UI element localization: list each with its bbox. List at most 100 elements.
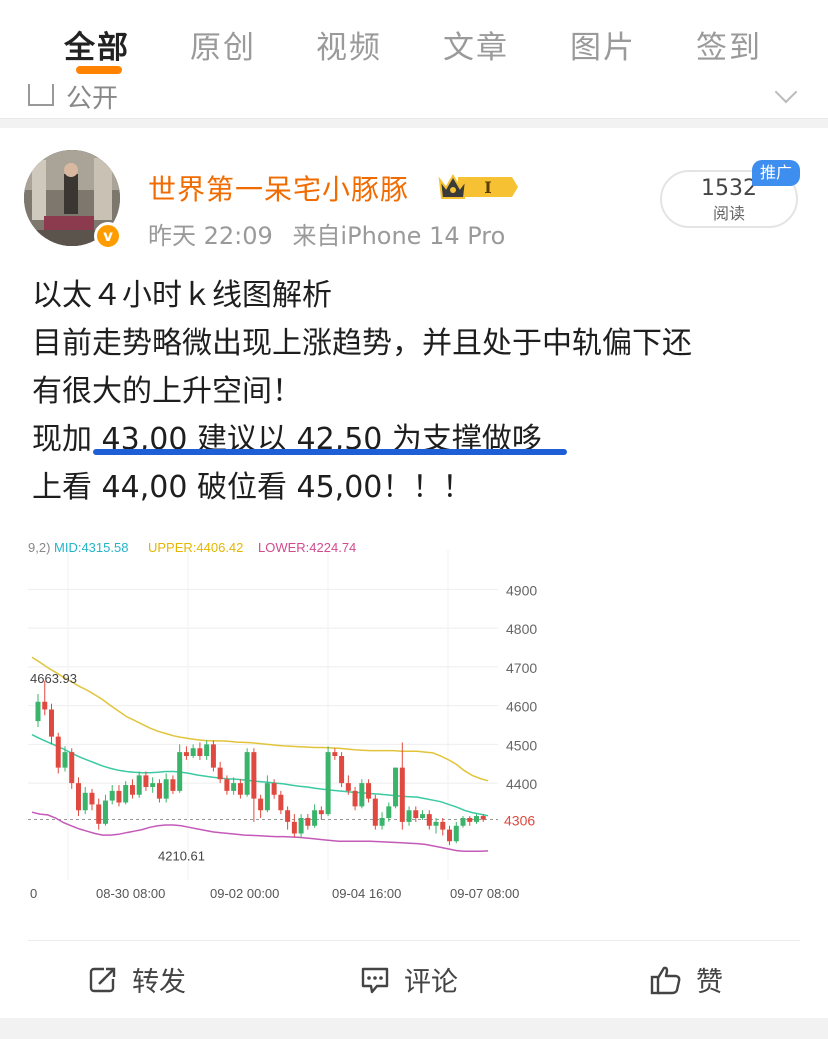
candle: [150, 783, 156, 787]
level-badge-text: I: [484, 178, 491, 197]
tab-image[interactable]: 图片: [570, 22, 636, 67]
comment-button[interactable]: 评论: [360, 960, 458, 999]
legend-item: UPPER:4406.42: [148, 540, 243, 555]
candle: [406, 810, 412, 822]
repost-button[interactable]: 转发: [88, 960, 186, 999]
active-tab-indicator: [76, 66, 122, 74]
candle: [163, 779, 169, 799]
y-tick-label: 4500: [506, 737, 537, 753]
y-tick-label: 4400: [506, 776, 537, 792]
candle: [190, 748, 196, 756]
visibility-label: 公开: [66, 84, 119, 114]
post-meta: 昨天 22:09 来自iPhone 14 Pro: [148, 216, 505, 251]
candle: [480, 816, 486, 820]
candle: [109, 790, 115, 801]
candle: [42, 701, 48, 710]
candle: [62, 752, 68, 768]
candle: [156, 783, 162, 799]
candle: [89, 792, 95, 805]
read-label: 阅读: [712, 204, 745, 223]
kline-chart-image[interactable]: 4900 4800 4700 4600 4500 4400 4306 9,2) MID:4315…: [28, 530, 542, 910]
x-tick-label: 09-07 08:00: [450, 886, 519, 901]
tab-video[interactable]: 视频: [316, 22, 382, 67]
x-tick-label: 09-02 00:00: [210, 886, 279, 901]
candle: [129, 785, 135, 795]
candle: [170, 779, 176, 791]
post-line: 目前走势略微出现上涨趋势，并且处于中轨偏下还: [32, 326, 692, 361]
candle: [413, 810, 419, 818]
candle: [339, 756, 345, 784]
candle: [197, 748, 203, 756]
candle: [433, 821, 439, 826]
repost-label: 转发: [132, 967, 186, 998]
candle: [379, 818, 385, 826]
y-tick-label: 4800: [506, 621, 537, 637]
y-tick-label: 4700: [506, 660, 537, 676]
tab-checkin[interactable]: 签到: [696, 22, 762, 67]
candle: [285, 810, 291, 822]
y-tick-label: 4900: [506, 582, 537, 598]
candle: [264, 783, 270, 811]
hand-drawn-underline: [93, 449, 567, 455]
candle: [224, 779, 230, 791]
candle: [244, 752, 250, 795]
candle: [143, 775, 149, 787]
candle: [420, 814, 426, 818]
comment-label: 评论: [404, 967, 458, 998]
candle: [271, 783, 277, 795]
candle: [345, 783, 351, 791]
public-icon: [28, 84, 54, 106]
candle: [55, 736, 61, 768]
comment-icon: [361, 967, 389, 993]
repost-icon: [89, 966, 116, 992]
candle: [123, 785, 129, 803]
candle: [35, 701, 41, 722]
candle: [237, 783, 243, 795]
candle: [332, 752, 338, 756]
candle: [291, 821, 297, 834]
tab-all[interactable]: 全部: [64, 22, 130, 67]
post-line: 现加 43,00 建议以 42,50 为支撑做哆: [32, 422, 542, 457]
post-line: 上看 44,00 破位看 45,00！！！: [32, 470, 473, 505]
candle: [204, 744, 210, 756]
thumbs-up-icon: [650, 966, 681, 994]
candle: [474, 816, 480, 822]
candle: [177, 752, 183, 791]
weibo-profile-feed: 全部 原创 视频 文章 图片 签到 公开 v 世界第一呆宅小豚豚 I 昨天 22…: [0, 0, 828, 1039]
candle: [251, 752, 257, 799]
member-level-badge[interactable]: I: [436, 170, 520, 204]
candle: [96, 804, 102, 824]
feed-separator: [0, 1018, 828, 1039]
promote-badge[interactable]: 推广: [752, 160, 800, 186]
feed-tabs: 全部 原创 视频 文章 图片 签到: [0, 0, 828, 78]
candle: [453, 825, 459, 842]
legend-item: MID:4315.58: [54, 540, 128, 555]
like-button[interactable]: 赞: [650, 960, 723, 999]
verified-icon: v: [94, 222, 122, 250]
candle: [460, 818, 466, 826]
candle: [447, 829, 453, 842]
candle: [231, 783, 237, 791]
candle: [116, 790, 122, 803]
candle: [258, 798, 264, 811]
x-tick-label: 09-04 16:00: [332, 886, 401, 901]
visibility-filter[interactable]: 公开: [0, 78, 828, 118]
post-line: 以太４小时ｋ线图解析: [32, 278, 332, 313]
candle: [426, 814, 432, 826]
tab-original[interactable]: 原创: [190, 22, 256, 67]
candle: [318, 810, 324, 815]
candle: [312, 810, 318, 826]
x-tick-label: 0: [30, 886, 37, 901]
candle: [69, 752, 75, 784]
post-line: 有很大的上升空间！: [32, 374, 302, 409]
candle: [217, 767, 223, 780]
action-divider: [28, 940, 800, 941]
section-divider: [0, 118, 828, 128]
chevron-down-icon[interactable]: [774, 80, 798, 104]
candle: [278, 794, 284, 811]
username[interactable]: 世界第一呆宅小豚豚: [148, 168, 409, 208]
candle: [393, 767, 399, 807]
candle: [359, 783, 365, 807]
candle: [75, 783, 81, 811]
tab-article[interactable]: 文章: [443, 22, 509, 67]
